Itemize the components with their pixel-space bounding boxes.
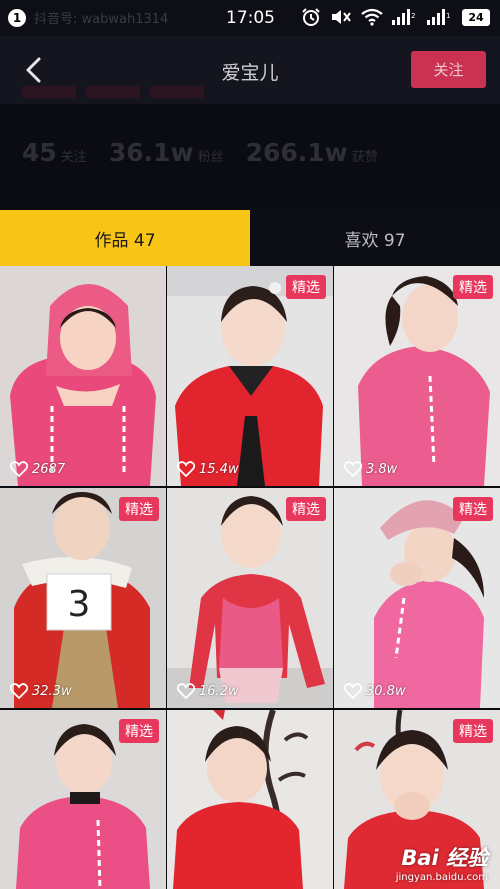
like-count-text: 2687 bbox=[32, 461, 66, 477]
profile-stats-area: 45 关注 36.1w 粉丝 266.1w 获赞 bbox=[0, 104, 500, 210]
video-like-count: 32.3w bbox=[10, 683, 72, 699]
video-cover-image bbox=[167, 488, 333, 708]
video-cover-image bbox=[167, 266, 333, 486]
like-count-text: 16.2w bbox=[199, 683, 239, 699]
stat-label: 获赞 bbox=[351, 150, 378, 165]
number-sign-text: 3 bbox=[68, 584, 91, 625]
faded-account-id: 抖音号: wabwah1314 bbox=[34, 12, 169, 27]
featured-badge: 精选 bbox=[119, 497, 159, 521]
heart-icon bbox=[177, 683, 195, 699]
stat-value: 45 bbox=[22, 138, 57, 167]
stat-label: 关注 bbox=[60, 150, 87, 165]
faded-tag bbox=[86, 86, 140, 98]
video-thumbnail[interactable]: 精选 3.8w bbox=[334, 266, 500, 486]
video-cover-image bbox=[334, 266, 500, 486]
mute-icon bbox=[332, 10, 351, 24]
video-grid: 2687 精选 15.4w 精选 3.8w 3 精选 32.3w 精选 16.2… bbox=[0, 266, 500, 889]
signal-2-icon: 1 bbox=[427, 9, 450, 25]
featured-badge: 精选 bbox=[286, 497, 326, 521]
notification-count-badge: 1 bbox=[8, 8, 26, 27]
video-like-count: 2687 bbox=[10, 461, 65, 477]
faded-profile-tags bbox=[22, 86, 204, 98]
tab-likes[interactable]: 喜欢 97 bbox=[250, 210, 500, 266]
video-thumbnail[interactable]: 3 精选 32.3w bbox=[0, 488, 166, 708]
video-like-count: 15.4w bbox=[177, 461, 239, 477]
heart-icon bbox=[344, 461, 362, 477]
video-thumbnail[interactable] bbox=[167, 710, 333, 889]
watermark-brand: Bai 经验 bbox=[401, 846, 488, 870]
svg-text:2: 2 bbox=[411, 12, 415, 20]
video-thumbnail[interactable]: 精选 30.8w bbox=[334, 488, 500, 708]
featured-badge: 精选 bbox=[119, 719, 159, 743]
faded-tag bbox=[150, 86, 204, 98]
tab-works[interactable]: 作品 47 bbox=[0, 210, 250, 266]
stat-likes-received[interactable]: 266.1w 获赞 bbox=[246, 138, 378, 167]
like-count-text: 3.8w bbox=[366, 461, 398, 477]
video-thumbnail[interactable]: 精选 Bai 经验 jingyan.baidu.com bbox=[334, 710, 500, 889]
featured-badge: 精选 bbox=[453, 275, 493, 299]
battery-indicator: 24 bbox=[462, 8, 490, 26]
video-thumbnail[interactable]: 精选 16.2w bbox=[167, 488, 333, 708]
video-like-count: 16.2w bbox=[177, 683, 239, 699]
alarm-icon bbox=[302, 8, 320, 26]
stat-value: 36.1w bbox=[108, 138, 194, 167]
status-bar: 1 抖音号: wabwah1314 17:05 2 1 24 bbox=[0, 0, 500, 36]
signal-1-icon: 2 bbox=[392, 9, 415, 25]
video-cover-image bbox=[0, 266, 166, 486]
video-thumbnail[interactable]: 2687 bbox=[0, 266, 166, 486]
video-like-count: 3.8w bbox=[344, 461, 397, 477]
featured-badge: 精选 bbox=[286, 275, 326, 299]
content-tabs: 作品 47 喜欢 97 bbox=[0, 210, 500, 266]
watermark-url: jingyan.baidu.com bbox=[395, 872, 488, 883]
like-count-text: 32.3w bbox=[32, 683, 72, 699]
stat-followers[interactable]: 36.1w 粉丝 bbox=[109, 138, 224, 167]
like-count-text: 15.4w bbox=[199, 461, 239, 477]
faded-tag bbox=[22, 86, 76, 98]
heart-icon bbox=[10, 461, 28, 477]
stat-value: 266.1w bbox=[245, 138, 348, 167]
video-cover-image: 3 bbox=[0, 488, 166, 708]
featured-badge: 精选 bbox=[453, 719, 493, 743]
heart-icon bbox=[177, 461, 195, 477]
video-cover-image bbox=[167, 710, 333, 889]
heart-icon bbox=[344, 683, 362, 699]
heart-icon bbox=[10, 683, 28, 699]
status-time: 17:05 bbox=[226, 8, 275, 28]
video-cover-image bbox=[334, 488, 500, 708]
profile-header: 爱宝儿 关注 bbox=[0, 36, 500, 104]
like-count-text: 30.8w bbox=[366, 683, 406, 699]
stat-label: 粉丝 bbox=[197, 150, 224, 165]
video-like-count: 30.8w bbox=[344, 683, 406, 699]
follow-button[interactable]: 关注 bbox=[411, 51, 486, 88]
featured-badge: 精选 bbox=[453, 497, 493, 521]
stat-following[interactable]: 45 关注 bbox=[22, 138, 87, 167]
wifi-icon bbox=[361, 8, 383, 26]
baidu-jingyan-watermark: Bai 经验 jingyan.baidu.com bbox=[396, 842, 488, 883]
video-thumbnail[interactable]: 精选 bbox=[0, 710, 166, 889]
svg-text:1: 1 bbox=[446, 12, 450, 20]
video-thumbnail[interactable]: 精选 15.4w bbox=[167, 266, 333, 486]
